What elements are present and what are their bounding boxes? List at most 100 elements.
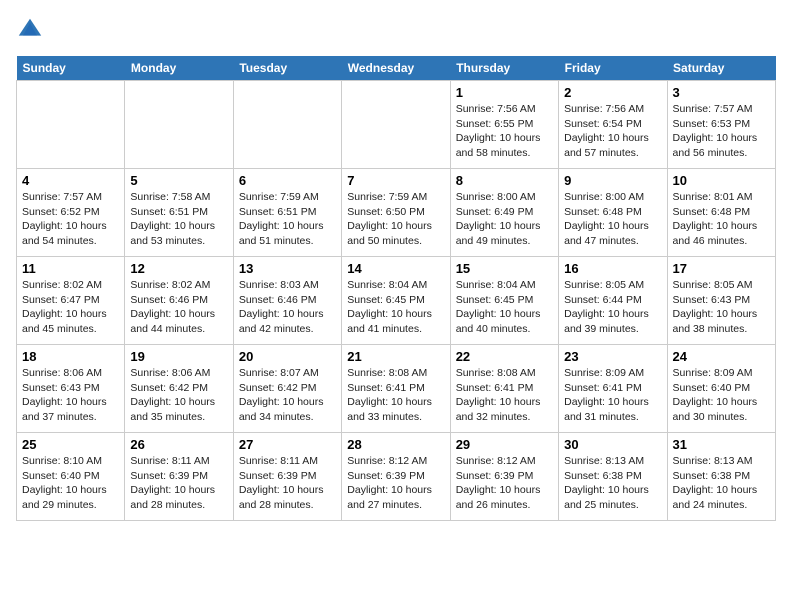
cell-info: Sunrise: 8:11 AMSunset: 6:39 PMDaylight:…: [239, 454, 336, 513]
day-number: 26: [130, 437, 227, 452]
calendar-table: SundayMondayTuesdayWednesdayThursdayFrid…: [16, 56, 776, 521]
week-row-3: 11 Sunrise: 8:02 AMSunset: 6:47 PMDayligh…: [17, 257, 776, 345]
cell-info: Sunrise: 8:12 AMSunset: 6:39 PMDaylight:…: [347, 454, 444, 513]
cell-info: Sunrise: 8:07 AMSunset: 6:42 PMDaylight:…: [239, 366, 336, 425]
calendar-cell: 28 Sunrise: 8:12 AMSunset: 6:39 PMDayligh…: [342, 433, 450, 521]
day-number: 12: [130, 261, 227, 276]
calendar-cell: 21Sunrise: 8:08 AMSunset: 6:41 PMDayligh…: [342, 345, 450, 433]
calendar-cell: 5Sunrise: 7:58 AMSunset: 6:51 PMDaylight…: [125, 169, 233, 257]
day-number: 5: [130, 173, 227, 188]
day-number: 1: [456, 85, 553, 100]
calendar-cell: 22Sunrise: 8:08 AMSunset: 6:41 PMDayligh…: [450, 345, 558, 433]
calendar-cell: 8 Sunrise: 8:00 AMSunset: 6:49 PMDaylight…: [450, 169, 558, 257]
calendar-cell: 15 Sunrise: 8:04 AMSunset: 6:45 PMDayligh…: [450, 257, 558, 345]
calendar-cell: 17 Sunrise: 8:05 AMSunset: 6:43 PMDayligh…: [667, 257, 775, 345]
cell-info: Sunrise: 7:56 AMSunset: 6:55 PMDaylight:…: [456, 102, 553, 161]
calendar-cell: 14 Sunrise: 8:04 AMSunset: 6:45 PMDayligh…: [342, 257, 450, 345]
day-number: 3: [673, 85, 770, 100]
cell-info: Sunrise: 7:56 AMSunset: 6:54 PMDaylight:…: [564, 102, 661, 161]
day-number: 31: [673, 437, 770, 452]
calendar-cell: [342, 81, 450, 169]
calendar-cell: 26 Sunrise: 8:11 AMSunset: 6:39 PMDayligh…: [125, 433, 233, 521]
cell-info: Sunrise: 8:08 AMSunset: 6:41 PMDaylight:…: [456, 366, 553, 425]
day-number: 30: [564, 437, 661, 452]
page-header: [16, 16, 776, 44]
day-number: 7: [347, 173, 444, 188]
day-number: 27: [239, 437, 336, 452]
day-number: 23: [564, 349, 661, 364]
calendar-cell: 16 Sunrise: 8:05 AMSunset: 6:44 PMDayligh…: [559, 257, 667, 345]
logo: [16, 16, 48, 44]
cell-info: Sunrise: 8:05 AMSunset: 6:44 PMDaylight:…: [564, 278, 661, 337]
calendar-cell: 29 Sunrise: 8:12 AMSunset: 6:39 PMDayligh…: [450, 433, 558, 521]
cell-info: Sunrise: 8:04 AMSunset: 6:45 PMDaylight:…: [347, 278, 444, 337]
cell-info: Sunrise: 8:01 AMSunset: 6:48 PMDaylight:…: [673, 190, 770, 249]
calendar-cell: 6 Sunrise: 7:59 AMSunset: 6:51 PMDaylight…: [233, 169, 341, 257]
day-number: 15: [456, 261, 553, 276]
day-number: 29: [456, 437, 553, 452]
cell-info: Sunrise: 8:11 AMSunset: 6:39 PMDaylight:…: [130, 454, 227, 513]
week-row-4: 18Sunrise: 8:06 AMSunset: 6:43 PMDayligh…: [17, 345, 776, 433]
day-number: 8: [456, 173, 553, 188]
day-number: 4: [22, 173, 119, 188]
cell-info: Sunrise: 8:06 AMSunset: 6:42 PMDaylight:…: [130, 366, 227, 425]
calendar-cell: [17, 81, 125, 169]
header-row: SundayMondayTuesdayWednesdayThursdayFrid…: [17, 56, 776, 81]
week-row-5: 25 Sunrise: 8:10 AMSunset: 6:40 PMDayligh…: [17, 433, 776, 521]
cell-info: Sunrise: 8:06 AMSunset: 6:43 PMDaylight:…: [22, 366, 119, 425]
day-header-tuesday: Tuesday: [233, 56, 341, 81]
cell-info: Sunrise: 7:59 AMSunset: 6:51 PMDaylight:…: [239, 190, 336, 249]
cell-info: Sunrise: 8:02 AMSunset: 6:46 PMDaylight:…: [130, 278, 227, 337]
calendar-cell: 13Sunrise: 8:03 AMSunset: 6:46 PMDayligh…: [233, 257, 341, 345]
cell-info: Sunrise: 8:00 AMSunset: 6:48 PMDaylight:…: [564, 190, 661, 249]
cell-info: Sunrise: 7:59 AMSunset: 6:50 PMDaylight:…: [347, 190, 444, 249]
day-number: 24: [673, 349, 770, 364]
calendar-cell: 30 Sunrise: 8:13 AMSunset: 6:38 PMDayligh…: [559, 433, 667, 521]
calendar-cell: 4 Sunrise: 7:57 AMSunset: 6:52 PMDaylight…: [17, 169, 125, 257]
day-number: 14: [347, 261, 444, 276]
day-number: 10: [673, 173, 770, 188]
calendar-cell: 24Sunrise: 8:09 AMSunset: 6:40 PMDayligh…: [667, 345, 775, 433]
cell-info: Sunrise: 8:13 AMSunset: 6:38 PMDaylight:…: [564, 454, 661, 513]
calendar-cell: 3Sunrise: 7:57 AMSunset: 6:53 PMDaylight…: [667, 81, 775, 169]
calendar-cell: 19Sunrise: 8:06 AMSunset: 6:42 PMDayligh…: [125, 345, 233, 433]
day-number: 17: [673, 261, 770, 276]
calendar-cell: [125, 81, 233, 169]
cell-info: Sunrise: 8:02 AMSunset: 6:47 PMDaylight:…: [22, 278, 119, 337]
day-number: 6: [239, 173, 336, 188]
calendar-cell: 25 Sunrise: 8:10 AMSunset: 6:40 PMDayligh…: [17, 433, 125, 521]
cell-info: Sunrise: 8:12 AMSunset: 6:39 PMDaylight:…: [456, 454, 553, 513]
calendar-cell: [233, 81, 341, 169]
cell-info: Sunrise: 8:10 AMSunset: 6:40 PMDaylight:…: [22, 454, 119, 513]
cell-info: Sunrise: 8:03 AMSunset: 6:46 PMDaylight:…: [239, 278, 336, 337]
calendar-cell: 11 Sunrise: 8:02 AMSunset: 6:47 PMDayligh…: [17, 257, 125, 345]
calendar-cell: 20Sunrise: 8:07 AMSunset: 6:42 PMDayligh…: [233, 345, 341, 433]
cell-info: Sunrise: 8:08 AMSunset: 6:41 PMDaylight:…: [347, 366, 444, 425]
calendar-cell: 18Sunrise: 8:06 AMSunset: 6:43 PMDayligh…: [17, 345, 125, 433]
day-number: 11: [22, 261, 119, 276]
day-header-monday: Monday: [125, 56, 233, 81]
week-row-2: 4 Sunrise: 7:57 AMSunset: 6:52 PMDaylight…: [17, 169, 776, 257]
calendar-cell: 9 Sunrise: 8:00 AMSunset: 6:48 PMDaylight…: [559, 169, 667, 257]
cell-info: Sunrise: 8:13 AMSunset: 6:38 PMDaylight:…: [673, 454, 770, 513]
cell-info: Sunrise: 8:04 AMSunset: 6:45 PMDaylight:…: [456, 278, 553, 337]
day-number: 9: [564, 173, 661, 188]
week-row-1: 1 Sunrise: 7:56 AMSunset: 6:55 PMDaylight…: [17, 81, 776, 169]
day-header-sunday: Sunday: [17, 56, 125, 81]
day-number: 16: [564, 261, 661, 276]
cell-info: Sunrise: 8:05 AMSunset: 6:43 PMDaylight:…: [673, 278, 770, 337]
cell-info: Sunrise: 7:57 AMSunset: 6:52 PMDaylight:…: [22, 190, 119, 249]
calendar-cell: 10 Sunrise: 8:01 AMSunset: 6:48 PMDayligh…: [667, 169, 775, 257]
calendar-cell: 7 Sunrise: 7:59 AMSunset: 6:50 PMDaylight…: [342, 169, 450, 257]
day-number: 2: [564, 85, 661, 100]
day-number: 28: [347, 437, 444, 452]
calendar-cell: 1 Sunrise: 7:56 AMSunset: 6:55 PMDaylight…: [450, 81, 558, 169]
day-header-friday: Friday: [559, 56, 667, 81]
calendar-cell: 2 Sunrise: 7:56 AMSunset: 6:54 PMDaylight…: [559, 81, 667, 169]
calendar-cell: 31 Sunrise: 8:13 AMSunset: 6:38 PMDayligh…: [667, 433, 775, 521]
cell-info: Sunrise: 8:00 AMSunset: 6:49 PMDaylight:…: [456, 190, 553, 249]
day-number: 25: [22, 437, 119, 452]
logo-icon: [16, 16, 44, 44]
calendar-cell: 27 Sunrise: 8:11 AMSunset: 6:39 PMDayligh…: [233, 433, 341, 521]
day-header-thursday: Thursday: [450, 56, 558, 81]
